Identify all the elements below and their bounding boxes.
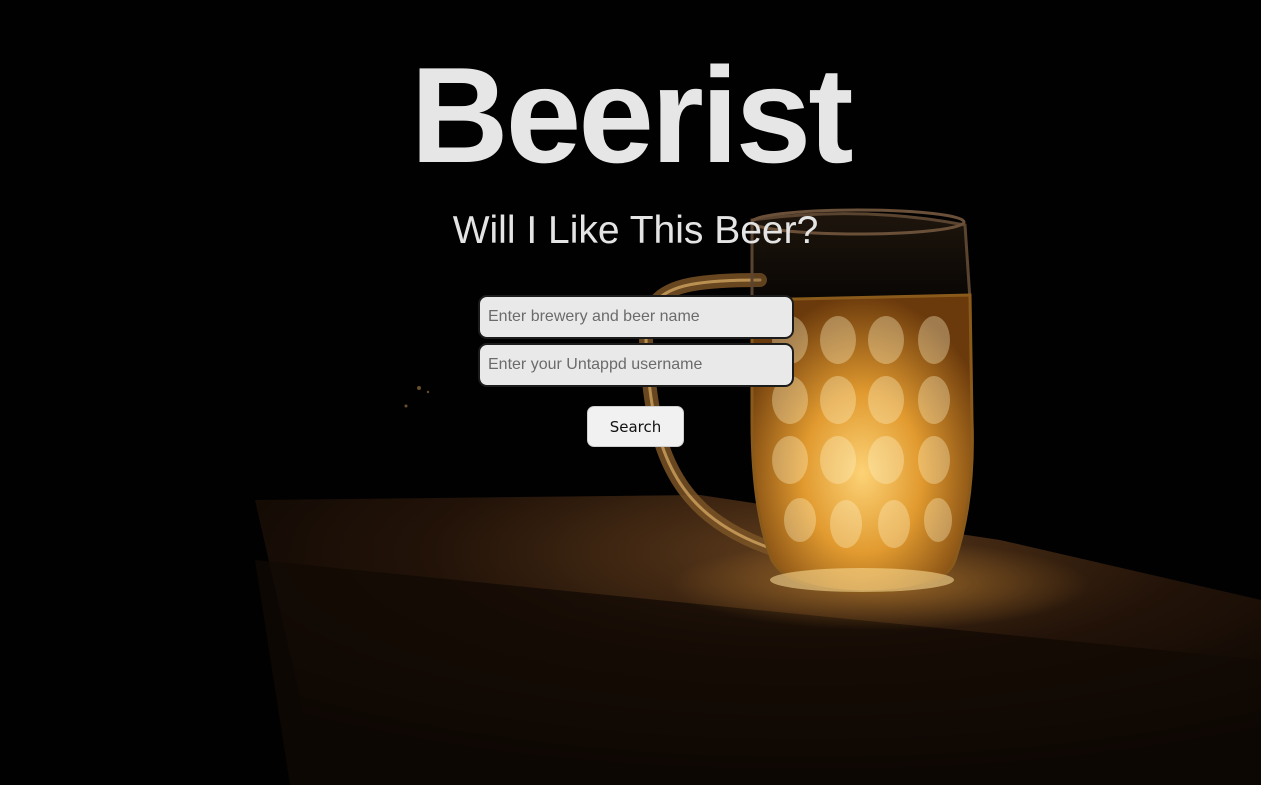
beer-name-input[interactable] — [478, 295, 794, 339]
landing-page: Beerist Will I Like This Beer? Search — [0, 0, 1261, 785]
page-subtitle: Will I Like This Beer? — [452, 209, 819, 252]
untappd-username-input[interactable] — [478, 343, 794, 387]
app-title: Beerist — [410, 39, 853, 191]
search-button[interactable]: Search — [587, 406, 684, 447]
